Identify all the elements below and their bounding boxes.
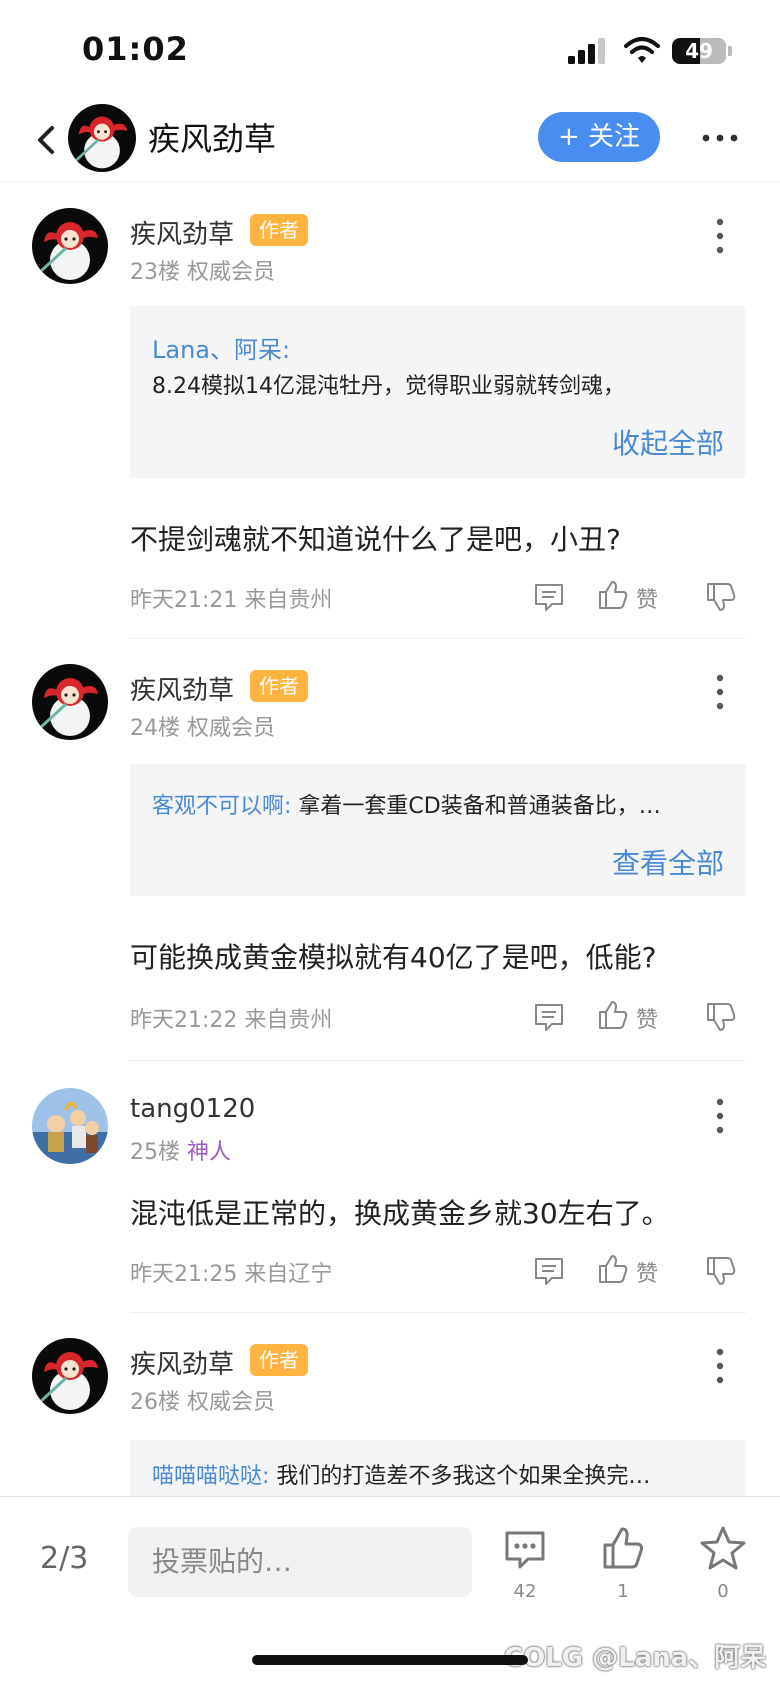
username[interactable]: 疾风劲草 — [130, 214, 234, 251]
like-label[interactable]: 赞 — [636, 1002, 658, 1034]
username[interactable]: tang0120 — [130, 1094, 255, 1124]
star-favorite-icon[interactable] — [700, 1525, 746, 1571]
avatar[interactable] — [32, 1088, 108, 1164]
avatar[interactable] — [68, 104, 136, 172]
view-all-link[interactable]: 查看全部 — [612, 842, 724, 882]
username[interactable]: 疾风劲草 — [130, 1344, 234, 1381]
like-icon[interactable] — [596, 578, 630, 612]
post-meta: 23楼 权威会员 — [130, 254, 275, 286]
avatar[interactable] — [32, 208, 108, 284]
avatar[interactable] — [32, 1338, 108, 1414]
status-time: 01:02 — [82, 30, 189, 68]
quote-author[interactable]: 客观不可以啊: — [152, 794, 291, 819]
dislike-icon[interactable] — [704, 1000, 738, 1034]
quote-text: 8.24模拟14亿混沌牡丹，觉得职业弱就转剑魂， — [152, 374, 625, 399]
post-location: 来自贵州 — [244, 1008, 333, 1033]
floor-number: 26楼 — [130, 1390, 180, 1415]
reply-input[interactable]: 投票贴的… — [128, 1527, 472, 1597]
post-location: 来自贵州 — [244, 588, 333, 613]
quoted-reply[interactable]: 客观不可以啊: 拿着一套重CD装备和普通装备比，… 查看全部 — [130, 764, 746, 896]
divider — [130, 1312, 746, 1313]
watermark: COLG @Lana、阿呆 — [504, 1643, 767, 1673]
post-content: 可能换成黄金模拟就有40亿了是吧，低能? — [130, 941, 657, 974]
author-badge: 作者 — [250, 214, 308, 246]
like-label[interactable]: 赞 — [636, 582, 658, 614]
author-badge: 作者 — [250, 1344, 308, 1376]
post-footer-meta: 昨天21:22 来自贵州 — [130, 1002, 332, 1034]
author-badge: 作者 — [250, 670, 308, 702]
quote-text: 拿着一套重CD装备和普通装备比，… — [298, 794, 661, 819]
status-bar: 01:02 49 — [0, 0, 780, 100]
follow-button[interactable]: + 关注 — [538, 112, 660, 162]
page-title: 疾风劲草 — [148, 120, 277, 158]
comment-count: 42 — [513, 1581, 537, 1602]
post-meta: 24楼 权威会员 — [130, 710, 275, 742]
quoted-reply[interactable]: Lana、阿呆: 8.24模拟14亿混沌牡丹，觉得职业弱就转剑魂， 收起全部 — [130, 306, 746, 478]
post-content: 混沌低是正常的，换成黄金乡就30左右了。 — [130, 1197, 670, 1230]
quote-text: 我们的打造差不多我这个如果全换完… — [276, 1464, 651, 1489]
like-icon[interactable] — [596, 998, 630, 1032]
member-rank: 权威会员 — [187, 260, 276, 285]
post-meta: 26楼 权威会员 — [130, 1384, 275, 1416]
wifi-icon — [624, 37, 660, 63]
like-icon[interactable] — [600, 1525, 646, 1571]
back-icon[interactable] — [32, 120, 62, 160]
floor-number: 24楼 — [130, 716, 180, 741]
quote-author[interactable]: Lana、阿呆: — [152, 330, 290, 365]
member-rank: 权威会员 — [187, 716, 276, 741]
battery-level: 49 — [685, 39, 713, 63]
post-more-icon[interactable] — [712, 216, 728, 256]
home-indicator[interactable] — [252, 1655, 528, 1665]
post-footer-meta: 昨天21:25 来自辽宁 — [130, 1256, 332, 1288]
post-location: 来自辽宁 — [244, 1262, 333, 1287]
divider — [130, 638, 746, 639]
post-more-icon[interactable] — [712, 1096, 728, 1136]
floor-number: 23楼 — [130, 260, 180, 285]
reply-comment-icon[interactable] — [532, 1000, 566, 1034]
post-meta: 25楼 神人 — [130, 1134, 231, 1166]
post-time: 昨天21:25 — [130, 1262, 238, 1287]
dislike-icon[interactable] — [704, 1254, 738, 1288]
post-time: 昨天21:22 — [130, 1008, 238, 1033]
divider — [130, 1060, 746, 1061]
reply-comment-icon[interactable] — [532, 580, 566, 614]
member-rank: 神人 — [187, 1140, 232, 1165]
like-label[interactable]: 赞 — [636, 1256, 658, 1288]
collapse-all-link[interactable]: 收起全部 — [612, 422, 724, 462]
member-rank: 权威会员 — [187, 1390, 276, 1415]
post-footer-meta: 昨天21:21 来自贵州 — [130, 582, 332, 614]
page-indicator[interactable]: 2/3 — [40, 1541, 88, 1576]
dislike-icon[interactable] — [704, 580, 738, 614]
avatar[interactable] — [32, 664, 108, 740]
floor-number: 25楼 — [130, 1140, 180, 1165]
bottom-action-bar: 2/3 投票贴的… 42 1 0 COLG @Lana、阿呆 — [0, 1496, 780, 1688]
battery-icon: 49 — [672, 38, 726, 64]
favorite-count: 0 — [717, 1581, 729, 1602]
post-time: 昨天21:21 — [130, 588, 238, 613]
post-more-icon[interactable] — [712, 672, 728, 712]
cellular-signal-icon — [568, 38, 605, 64]
post-more-icon[interactable] — [712, 1346, 728, 1386]
like-count: 1 — [617, 1581, 629, 1602]
more-options-icon[interactable] — [700, 126, 740, 150]
reply-comment-icon[interactable] — [532, 1254, 566, 1288]
username[interactable]: 疾风劲草 — [130, 670, 234, 707]
like-icon[interactable] — [596, 1252, 630, 1286]
quote-author[interactable]: 喵喵喵哒哒: — [152, 1464, 269, 1489]
post-content: 不提剑魂就不知道说什么了是吧，小丑? — [130, 523, 621, 556]
comment-icon[interactable] — [502, 1527, 548, 1573]
thread-header: 疾风劲草 + 关注 — [0, 100, 780, 182]
